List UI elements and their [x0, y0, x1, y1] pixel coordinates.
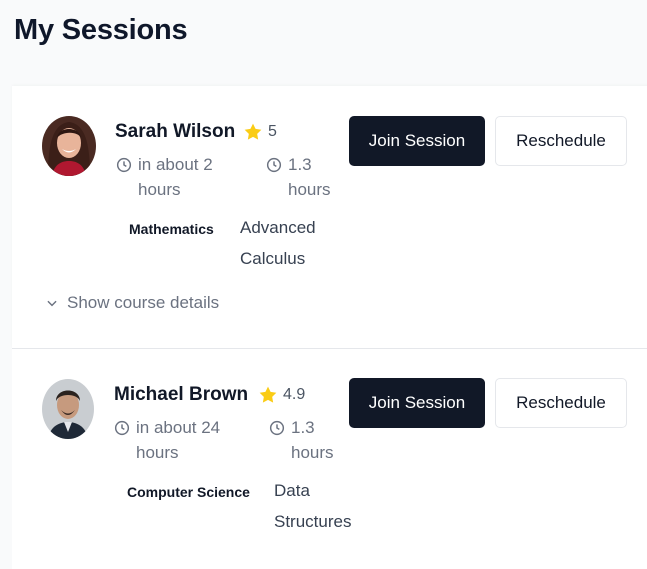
reschedule-button[interactable]: Reschedule — [495, 378, 627, 428]
duration-text: 1.3 hours — [291, 418, 334, 462]
clock-icon — [269, 420, 285, 436]
page-title: My Sessions — [14, 14, 188, 46]
tutor-rating: 5 — [243, 122, 277, 142]
reschedule-button[interactable]: Reschedule — [495, 116, 627, 166]
session-duration: 1.3 hours — [269, 415, 341, 465]
star-icon — [259, 386, 277, 403]
topic-label: Advanced Calculus — [240, 218, 316, 268]
start-time-text: in about 24 hours — [136, 418, 221, 462]
session-start-time: in about 2 hours — [116, 152, 228, 202]
session-start-time: in about 24 hours — [114, 415, 226, 465]
tutor-name: Michael Brown — [114, 384, 249, 405]
duration-text: 1.3 hours — [288, 155, 331, 199]
chevron-down-icon — [47, 300, 57, 307]
avatar — [42, 379, 94, 439]
session-card: Sarah Wilson 5 in about 2 hours 1.3 hour… — [12, 86, 647, 348]
topic-label: Data Structures — [274, 481, 352, 531]
show-course-details-toggle[interactable]: Show course details — [45, 293, 219, 313]
start-time-text: in about 2 hours — [138, 155, 213, 199]
join-session-button[interactable]: Join Session — [349, 116, 485, 166]
clock-icon — [114, 420, 130, 436]
rating-value: 5 — [268, 123, 277, 140]
details-toggle-label: Show course details — [67, 293, 220, 312]
session-duration: 1.3 hours — [266, 152, 338, 202]
tutor-rating: 4.9 — [258, 385, 305, 405]
rating-value: 4.9 — [283, 386, 306, 403]
star-icon — [244, 123, 262, 140]
session-card: Michael Brown 4.9 in about 24 hours 1.3 … — [12, 348, 647, 569]
clock-icon — [116, 157, 132, 173]
join-session-button[interactable]: Join Session — [349, 378, 485, 428]
clock-icon — [266, 157, 282, 173]
avatar — [42, 116, 96, 176]
tutor-name: Sarah Wilson — [115, 121, 236, 142]
